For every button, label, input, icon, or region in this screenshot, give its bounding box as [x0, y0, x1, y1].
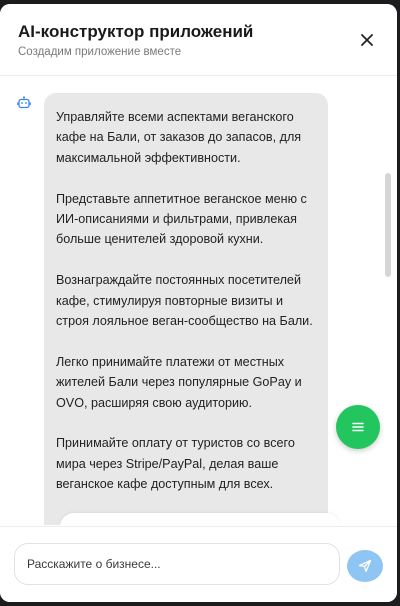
chat-area[interactable]: Управляйте всеми аспектами веганского ка… — [0, 77, 397, 525]
menu-icon — [352, 422, 364, 432]
close-button[interactable] — [355, 28, 379, 52]
composer-area — [0, 526, 397, 602]
message-paragraph: Вознаграждайте постоянных посетителей ка… — [56, 273, 313, 329]
app-builder-dialog: AI-конструктор приложений Создадим прило… — [0, 4, 397, 602]
message-paragraph: Управляйте всеми аспектами веганского ка… — [56, 110, 302, 165]
message-paragraph: Легко принимайте платежи от местных жите… — [56, 354, 302, 410]
business-description-input[interactable] — [14, 543, 340, 585]
assistant-message: Управляйте всеми аспектами веганского ка… — [44, 93, 328, 525]
dialog-title: AI-конструктор приложений — [18, 22, 254, 41]
next-message-partial — [60, 513, 340, 525]
message-paragraph: Представьте аппетитное веганское меню с … — [56, 191, 307, 247]
message-paragraph: Принимайте оплату от туристов со всего м… — [56, 436, 295, 492]
robot-icon — [17, 96, 31, 109]
menu-button[interactable] — [336, 405, 380, 449]
send-button[interactable] — [347, 550, 383, 582]
send-icon — [358, 559, 372, 573]
close-icon — [361, 34, 373, 46]
chat-scrollbar[interactable] — [385, 173, 391, 277]
dialog-subtitle: Создадим приложение вместе — [18, 46, 182, 58]
dialog-header: AI-конструктор приложений Создадим прило… — [0, 4, 397, 76]
